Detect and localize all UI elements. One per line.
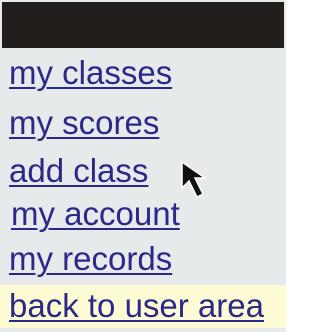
nav-link-my-classes[interactable]: my classes [9,53,172,93]
nav-link-my-records[interactable]: my records [9,239,172,279]
nav-link-my-account[interactable]: my account [11,194,180,234]
header-bar [2,2,284,48]
nav-link-back-to-user-area[interactable]: back to user area [9,286,264,326]
mouse-pointer-arrow-icon [181,160,208,199]
nav-link-add-class[interactable]: add class [9,151,148,191]
menu-panel: my classes my scores add class my accoun… [0,0,286,332]
nav-link-my-scores[interactable]: my scores [9,103,159,143]
bottom-edge [0,328,286,332]
